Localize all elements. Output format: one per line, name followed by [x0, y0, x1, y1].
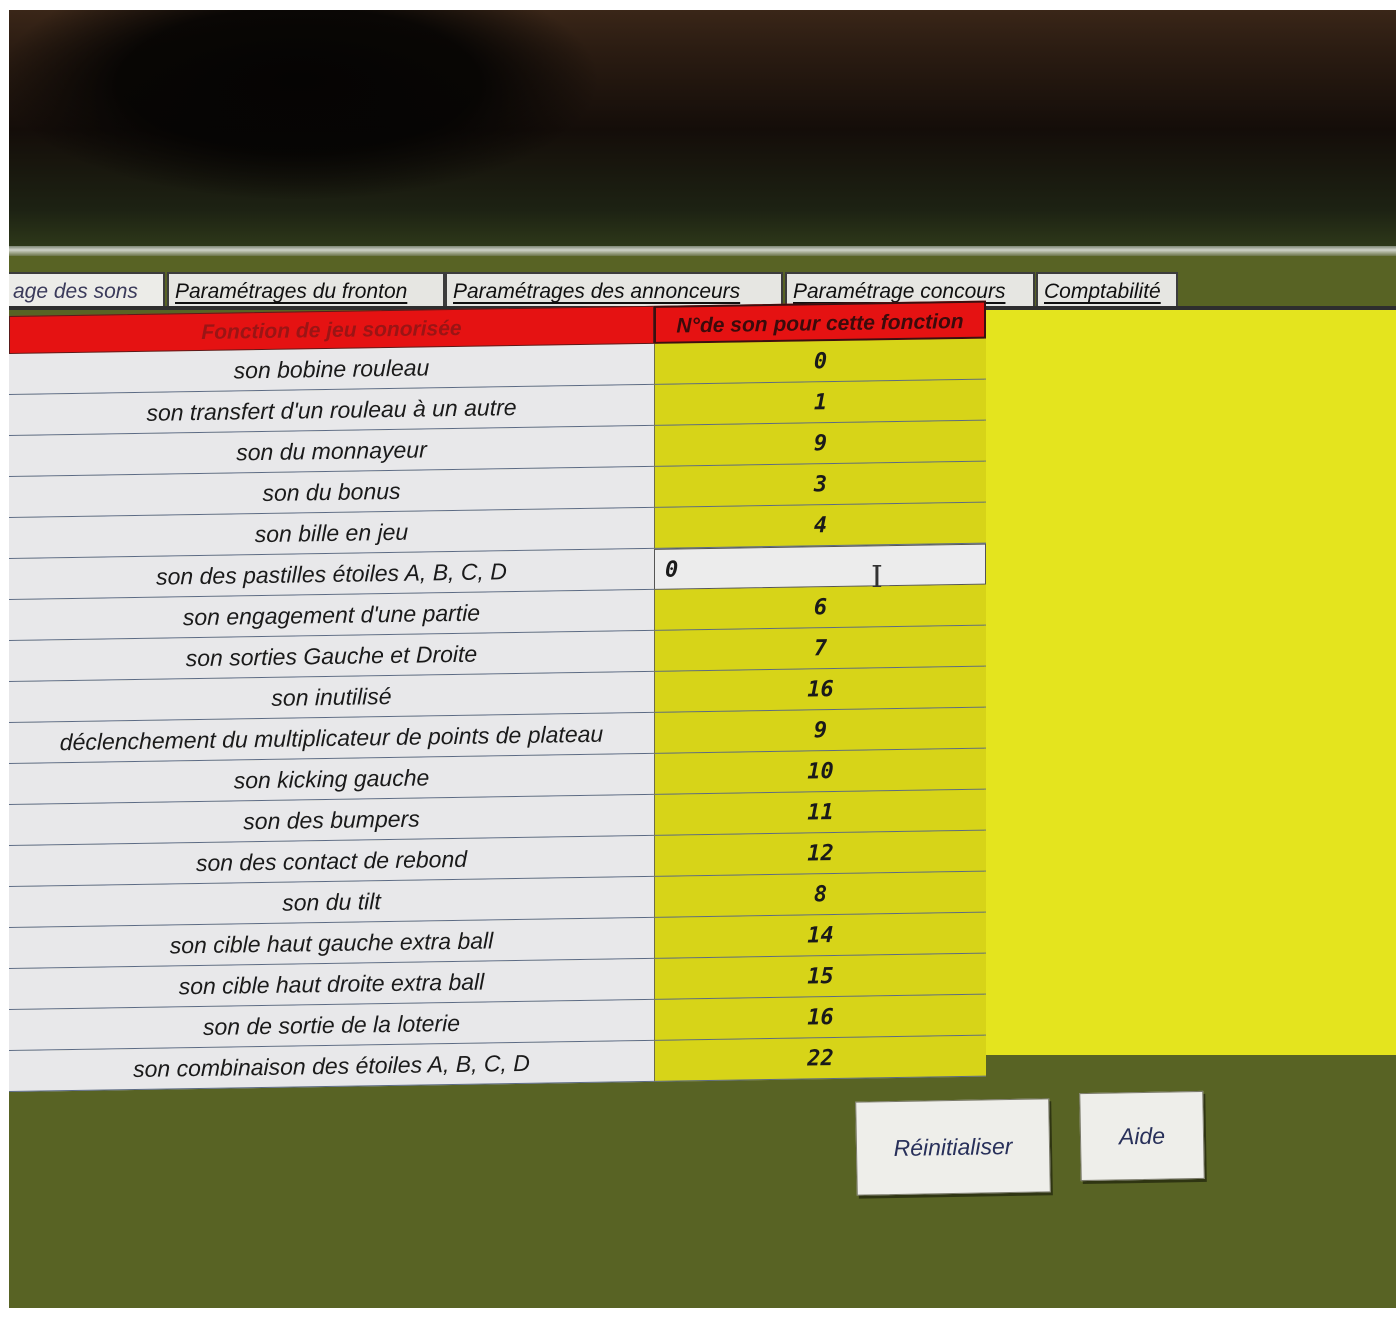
sound-number-cell[interactable]: 7 — [654, 625, 986, 672]
side-panel — [984, 310, 1396, 1055]
sound-number-input[interactable]: 0 — [654, 543, 986, 590]
text-cursor-icon: I — [871, 560, 883, 595]
sound-number-cell[interactable]: 12 — [654, 830, 986, 877]
tab-accounting[interactable]: Comptabilité — [1036, 272, 1178, 308]
sound-number-cell[interactable]: 16 — [654, 666, 986, 713]
tab-sound-settings[interactable]: age des sons — [9, 272, 165, 308]
tab-announcers-settings[interactable]: Paramétrages des annonceurs — [445, 272, 783, 308]
sound-number-cell[interactable]: 4 — [654, 502, 986, 549]
window-top-border — [9, 246, 1396, 256]
sound-function-grid: Fonction de jeu sonorisée N°de son pour … — [9, 300, 994, 1092]
sound-number-cell[interactable]: 14 — [654, 912, 986, 959]
sound-number-cell[interactable]: 6 — [654, 584, 986, 631]
sound-number-cell[interactable]: 15 — [654, 953, 986, 1000]
sound-number-cell[interactable]: 22 — [654, 1035, 986, 1082]
help-button[interactable]: Aide — [1079, 1090, 1205, 1182]
sound-number-cell[interactable]: 11 — [654, 789, 986, 836]
sound-number-cell[interactable]: 1 — [654, 379, 986, 426]
sound-number-cell[interactable]: 3 — [654, 461, 986, 508]
photo-frame: age des sons Paramétrages du fronton Par… — [9, 10, 1396, 1308]
monitor-bezel — [9, 10, 1396, 250]
header-sound-number: N°de son pour cette fonction — [654, 300, 986, 344]
sound-number-cell[interactable]: 16 — [654, 994, 986, 1041]
reset-button[interactable]: Réinitialiser — [855, 1098, 1051, 1196]
sound-number-cell[interactable]: 10 — [654, 748, 986, 795]
sound-number-cell[interactable]: 9 — [654, 707, 986, 754]
tab-fronton-settings[interactable]: Paramétrages du fronton — [167, 272, 445, 308]
sound-number-cell[interactable]: 8 — [654, 871, 986, 918]
sound-number-cell[interactable]: 9 — [654, 420, 986, 467]
sound-number-cell[interactable]: 0 — [654, 338, 986, 385]
